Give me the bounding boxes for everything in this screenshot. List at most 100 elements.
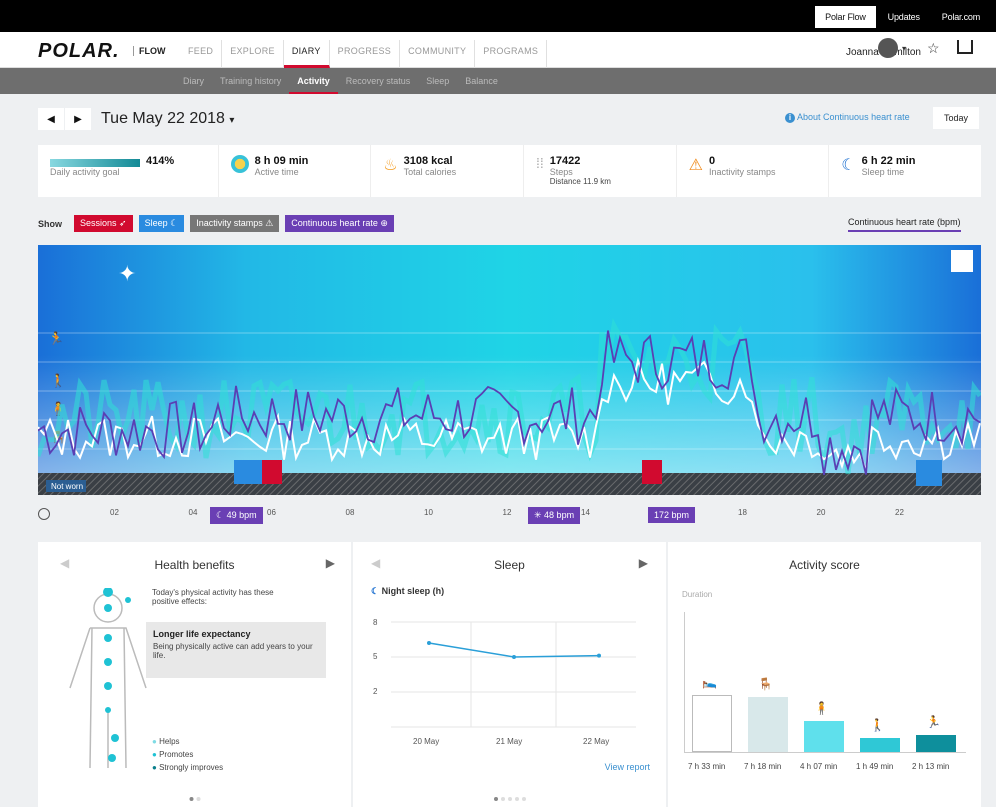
session-gym-icon[interactable] — [642, 460, 662, 484]
sleep-pager — [493, 797, 526, 801]
star-icon[interactable]: ☆ — [927, 40, 940, 57]
info-icon: i — [785, 113, 795, 123]
today-button[interactable]: Today — [933, 107, 979, 129]
time-tick: 06 — [267, 508, 276, 517]
sun-icon — [230, 155, 249, 173]
stats-bar: 414% Daily activity goal 8 h 09 min Activ… — [38, 145, 981, 197]
time-axis: 0204060810121416182022 ☾ 49 bpm ✳ 48 bpm… — [38, 496, 981, 530]
time-tick: 02 — [110, 508, 119, 517]
time-tick: 10 — [424, 508, 433, 517]
date-label[interactable]: Tue May 22 2018 ▾ — [101, 110, 234, 128]
score-label: 1 h 49 min — [856, 762, 894, 771]
stat-sleep: ☾ 6 h 22 min Sleep time — [829, 145, 981, 197]
nav-progress[interactable]: PROGRESS — [330, 40, 401, 68]
time-tick: 12 — [502, 508, 512, 517]
subnav-recovery-status[interactable]: Recovery status — [338, 68, 419, 94]
not-worn-hatch — [38, 473, 981, 495]
tag-sleep[interactable]: Sleep ☾ — [138, 215, 185, 232]
score-bar[interactable] — [804, 721, 844, 752]
sync-icon[interactable] — [957, 40, 973, 54]
subnav-sleep[interactable]: Sleep — [418, 68, 457, 94]
next-day-button[interactable]: ▶ — [65, 108, 91, 130]
score-bar[interactable] — [860, 738, 900, 752]
nav-community[interactable]: COMMUNITY — [400, 40, 476, 68]
time-tick: 08 — [345, 508, 355, 517]
sun-event-icon[interactable] — [234, 460, 262, 484]
date-bar: ◀ ▶ Tue May 22 2018 ▾ — [38, 106, 234, 132]
caret-right-icon: ▶ — [74, 113, 82, 125]
subnav-training-history[interactable]: Training history — [212, 68, 289, 94]
sleep-line — [428, 642, 600, 658]
sleep-xtick: 21 May — [496, 737, 522, 746]
stat-active: 8 h 09 min Active time — [219, 145, 372, 197]
nav-programs[interactable]: PROGRAMS — [475, 40, 548, 68]
time-tick: 22 — [895, 508, 904, 517]
main-nav: FEED EXPLORE DIARY PROGRESS COMMUNITY PR… — [180, 40, 548, 68]
sleep-prev-icon[interactable]: ◀ — [371, 556, 380, 570]
top-link-polar-flow[interactable]: Polar Flow — [815, 6, 876, 28]
nav-feed[interactable]: FEED — [180, 40, 223, 68]
top-link-polar-com[interactable]: Polar.com — [932, 6, 990, 28]
polar-logo[interactable]: POLAR. — [38, 40, 120, 63]
caret-left-icon: ◀ — [47, 113, 55, 125]
sleep-point[interactable] — [512, 655, 516, 659]
about-link[interactable]: i About Continuous heart rate — [785, 112, 910, 123]
summary-panels: ◀ ▶ Health benefits Today's physical act… — [38, 542, 981, 807]
sleep-panel: ◀ ▶ Sleep ☾ Night sleep (h) 8 5 2 20 May… — [353, 542, 666, 807]
benefit-legend: ● Helps ● Promotes ● Strongly improves — [152, 737, 224, 772]
moon-icon: ☾ — [371, 586, 380, 596]
subnav-diary[interactable]: Diary — [175, 68, 212, 94]
sleep-next-icon[interactable]: ▶ — [639, 556, 648, 570]
activity-score-panel: Activity score Duration 🛌 7 h 33 min 🪑 7 h … — [668, 542, 981, 807]
stat-steps: ⁞⁞ 17422 Steps Distance 11.9 km — [524, 145, 677, 197]
session-walk-icon[interactable] — [262, 460, 282, 484]
score-activity-icon: 🛌 — [702, 675, 717, 690]
sleep-chart[interactable]: 8 5 2 20 May 21 May 22 May — [371, 612, 641, 752]
heart-rate-link[interactable]: Continuous heart rate (bpm) — [848, 217, 961, 232]
bpm-badge-max[interactable]: 172 bpm — [648, 507, 696, 523]
health-prev-icon[interactable]: ◀ — [60, 556, 69, 570]
health-pager — [189, 797, 200, 801]
tag-inactivity[interactable]: Inactivity stamps ⚠ — [190, 215, 280, 232]
tag-heart-rate[interactable]: Continuous heart rate ⊕ — [285, 215, 394, 232]
sleep-point[interactable] — [597, 653, 601, 658]
filter-icon[interactable] — [951, 250, 973, 272]
score-label: 7 h 33 min — [688, 762, 726, 771]
nav-diary[interactable]: DIARY — [283, 40, 330, 68]
bpm-badge-min[interactable]: ☾ 49 bpm — [210, 507, 263, 524]
chevron-down-icon[interactable]: ▾ — [902, 44, 906, 53]
sleep-ytick: 5 — [373, 652, 378, 661]
top-link-updates[interactable]: Updates — [878, 6, 930, 28]
goal-bar — [50, 159, 140, 167]
bpm-badge-rest[interactable]: ✳ 48 bpm — [528, 507, 581, 524]
view-report-link[interactable]: View report — [605, 762, 650, 772]
sleep-moon-icon[interactable] — [916, 460, 942, 486]
stat-calories: ♨ 3108 kcal Total calories — [371, 145, 524, 197]
sleep-xtick: 22 May — [583, 737, 609, 746]
subnav-balance[interactable]: Balance — [457, 68, 506, 94]
show-row: Show Sessions ➶ Sleep ☾ Inactivity stamp… — [38, 215, 394, 232]
activity-chart[interactable]: 🏃 🚶 🧍 🪑 ✦ Not worn — [35, 245, 983, 495]
score-bar[interactable] — [692, 695, 732, 752]
sleep-ytick: 2 — [373, 687, 378, 696]
avatar[interactable] — [878, 38, 898, 58]
tag-sessions[interactable]: Sessions ➶ — [74, 215, 133, 232]
sleep-series-label: ☾ Night sleep (h) — [371, 586, 445, 596]
score-bar[interactable] — [748, 697, 788, 752]
score-label: 4 h 07 min — [800, 762, 838, 771]
time-tick: 20 — [816, 508, 826, 517]
sub-nav: Diary Training history Activity Recovery… — [175, 68, 506, 94]
score-label: 7 h 18 min — [744, 762, 782, 771]
moon-icon: ☾ — [841, 157, 856, 174]
walk-icon: 🚶 — [50, 373, 66, 388]
sleep-point[interactable] — [427, 641, 431, 645]
subnav-activity[interactable]: Activity — [289, 68, 338, 94]
time-tick: 14 — [581, 508, 590, 517]
nav-explore[interactable]: EXPLORE — [222, 40, 284, 68]
stat-goal: 414% Daily activity goal — [38, 145, 219, 197]
flow-label: FLOW — [133, 46, 166, 56]
score-bar[interactable] — [916, 735, 956, 752]
prev-day-button[interactable]: ◀ — [38, 108, 64, 130]
score-activity-icon: 🏃 — [926, 715, 941, 730]
health-next-icon[interactable]: ▶ — [326, 556, 335, 570]
